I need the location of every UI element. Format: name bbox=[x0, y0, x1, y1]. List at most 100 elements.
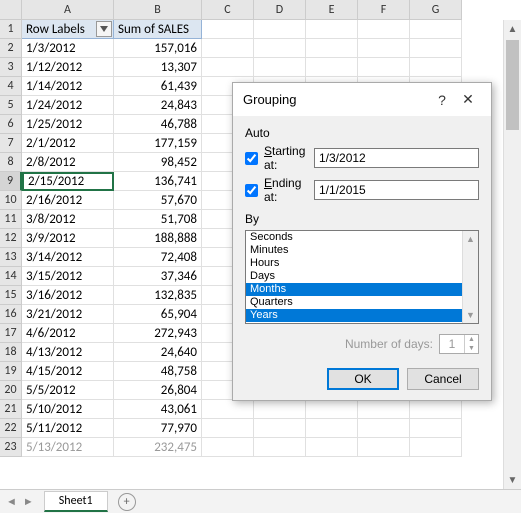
by-option-quarters[interactable]: Quarters bbox=[246, 296, 462, 309]
cell-A19[interactable]: 4/15/2012 bbox=[22, 362, 114, 381]
cell[interactable] bbox=[202, 58, 254, 77]
filter-dropdown-icon[interactable] bbox=[96, 21, 112, 37]
cell[interactable] bbox=[306, 39, 358, 58]
tab-nav-prev-icon[interactable]: ◄ bbox=[6, 495, 17, 508]
col-header-E[interactable]: E bbox=[306, 0, 358, 20]
cell[interactable] bbox=[254, 58, 306, 77]
cell[interactable] bbox=[410, 400, 462, 419]
starting-at-input[interactable] bbox=[314, 148, 479, 168]
by-listbox[interactable]: SecondsMinutesHoursDaysMonthsQuartersYea… bbox=[245, 230, 479, 324]
cell-B4[interactable]: 61,439 bbox=[114, 77, 202, 96]
ok-button[interactable]: OK bbox=[327, 368, 399, 390]
cell-A4[interactable]: 1/14/2012 bbox=[22, 77, 114, 96]
cell-A13[interactable]: 3/14/2012 bbox=[22, 248, 114, 267]
col-header-C[interactable]: C bbox=[202, 0, 254, 20]
cell-B18[interactable]: 24,640 bbox=[114, 343, 202, 362]
cell-A3[interactable]: 1/12/2012 bbox=[22, 58, 114, 77]
cell-A20[interactable]: 5/5/2012 bbox=[22, 381, 114, 400]
cell-A22[interactable]: 5/11/2012 bbox=[22, 419, 114, 438]
row-header-4[interactable]: 4 bbox=[0, 77, 22, 96]
cell-A7[interactable]: 2/1/2012 bbox=[22, 134, 114, 153]
spinner-down-icon[interactable]: ▼ bbox=[465, 344, 478, 353]
cell-B23[interactable]: 232,475 bbox=[114, 438, 202, 457]
cell[interactable] bbox=[358, 39, 410, 58]
cell-B5[interactable]: 24,843 bbox=[114, 96, 202, 115]
cell-B8[interactable]: 98,452 bbox=[114, 153, 202, 172]
cell-B2[interactable]: 157,016 bbox=[114, 39, 202, 58]
col-header-D[interactable]: D bbox=[254, 0, 306, 20]
row-header-23[interactable]: 23 bbox=[0, 438, 22, 457]
scroll-down-icon[interactable]: ▼ bbox=[504, 471, 521, 489]
col-header-A[interactable]: A bbox=[22, 0, 114, 20]
row-header-3[interactable]: 3 bbox=[0, 58, 22, 77]
cell[interactable] bbox=[254, 39, 306, 58]
by-option-years[interactable]: Years bbox=[246, 309, 462, 322]
cell[interactable] bbox=[410, 58, 462, 77]
cell[interactable] bbox=[254, 20, 306, 39]
by-option-seconds[interactable]: Seconds bbox=[246, 231, 462, 244]
cell[interactable] bbox=[306, 438, 358, 457]
cell-B16[interactable]: 65,904 bbox=[114, 305, 202, 324]
cell-A23[interactable]: 5/13/2012 bbox=[22, 438, 114, 457]
cell[interactable] bbox=[306, 419, 358, 438]
row-header-16[interactable]: 16 bbox=[0, 305, 22, 324]
cell-A21[interactable]: 5/10/2012 bbox=[22, 400, 114, 419]
ending-at-checkbox[interactable] bbox=[245, 184, 258, 197]
cell[interactable] bbox=[306, 400, 358, 419]
select-all-corner[interactable] bbox=[0, 0, 22, 20]
cell-A17[interactable]: 4/6/2012 bbox=[22, 324, 114, 343]
cell-B9[interactable]: 136,741 bbox=[114, 172, 202, 191]
spinner-up-icon[interactable]: ▲ bbox=[465, 335, 478, 344]
cell[interactable] bbox=[358, 419, 410, 438]
row-header-10[interactable]: 10 bbox=[0, 191, 22, 210]
row-header-11[interactable]: 11 bbox=[0, 210, 22, 229]
row-header-5[interactable]: 5 bbox=[0, 96, 22, 115]
by-option-days[interactable]: Days bbox=[246, 270, 462, 283]
cell-B6[interactable]: 46,788 bbox=[114, 115, 202, 134]
cell-A8[interactable]: 2/8/2012 bbox=[22, 153, 114, 172]
scroll-thumb[interactable] bbox=[506, 40, 519, 130]
cell[interactable] bbox=[306, 58, 358, 77]
row-header-14[interactable]: 14 bbox=[0, 267, 22, 286]
cell[interactable] bbox=[358, 400, 410, 419]
tab-nav-next-icon[interactable]: ► bbox=[23, 495, 34, 508]
cell-A10[interactable]: 2/16/2012 bbox=[22, 191, 114, 210]
cell-B7[interactable]: 177,159 bbox=[114, 134, 202, 153]
listbox-scroll-down-icon[interactable]: ▼ bbox=[463, 307, 478, 323]
row-header-19[interactable]: 19 bbox=[0, 362, 22, 381]
col-header-B[interactable]: B bbox=[114, 0, 202, 20]
cell[interactable] bbox=[358, 438, 410, 457]
row-header-6[interactable]: 6 bbox=[0, 115, 22, 134]
row-header-9[interactable]: 9 bbox=[0, 172, 22, 191]
cell-B22[interactable]: 77,970 bbox=[114, 419, 202, 438]
pivot-header-sumsales[interactable]: Sum of SALES bbox=[114, 20, 202, 39]
row-header-7[interactable]: 7 bbox=[0, 134, 22, 153]
cell[interactable] bbox=[410, 438, 462, 457]
cell-B3[interactable]: 13,307 bbox=[114, 58, 202, 77]
row-header-21[interactable]: 21 bbox=[0, 400, 22, 419]
cell-A2[interactable]: 1/3/2012 bbox=[22, 39, 114, 58]
cell[interactable] bbox=[410, 419, 462, 438]
cell-B14[interactable]: 37,346 bbox=[114, 267, 202, 286]
cell-A12[interactable]: 3/9/2012 bbox=[22, 229, 114, 248]
cell-B17[interactable]: 272,943 bbox=[114, 324, 202, 343]
row-header-20[interactable]: 20 bbox=[0, 381, 22, 400]
add-sheet-icon[interactable]: + bbox=[118, 493, 136, 511]
cell[interactable] bbox=[202, 20, 254, 39]
by-option-hours[interactable]: Hours bbox=[246, 257, 462, 270]
cell-B20[interactable]: 26,804 bbox=[114, 381, 202, 400]
scroll-up-icon[interactable]: ▲ bbox=[504, 20, 521, 38]
vertical-scrollbar[interactable]: ▲ ▼ bbox=[503, 20, 521, 489]
row-header-17[interactable]: 17 bbox=[0, 324, 22, 343]
listbox-scrollbar[interactable]: ▲ ▼ bbox=[462, 231, 478, 323]
cell-A15[interactable]: 3/16/2012 bbox=[22, 286, 114, 305]
ending-at-input[interactable] bbox=[314, 180, 479, 200]
cell-A11[interactable]: 3/8/2012 bbox=[22, 210, 114, 229]
row-header-8[interactable]: 8 bbox=[0, 153, 22, 172]
cell-A16[interactable]: 3/21/2012 bbox=[22, 305, 114, 324]
cell-A14[interactable]: 3/15/2012 bbox=[22, 267, 114, 286]
cell[interactable] bbox=[254, 400, 306, 419]
cell-B12[interactable]: 188,888 bbox=[114, 229, 202, 248]
by-option-minutes[interactable]: Minutes bbox=[246, 244, 462, 257]
cell[interactable] bbox=[202, 400, 254, 419]
